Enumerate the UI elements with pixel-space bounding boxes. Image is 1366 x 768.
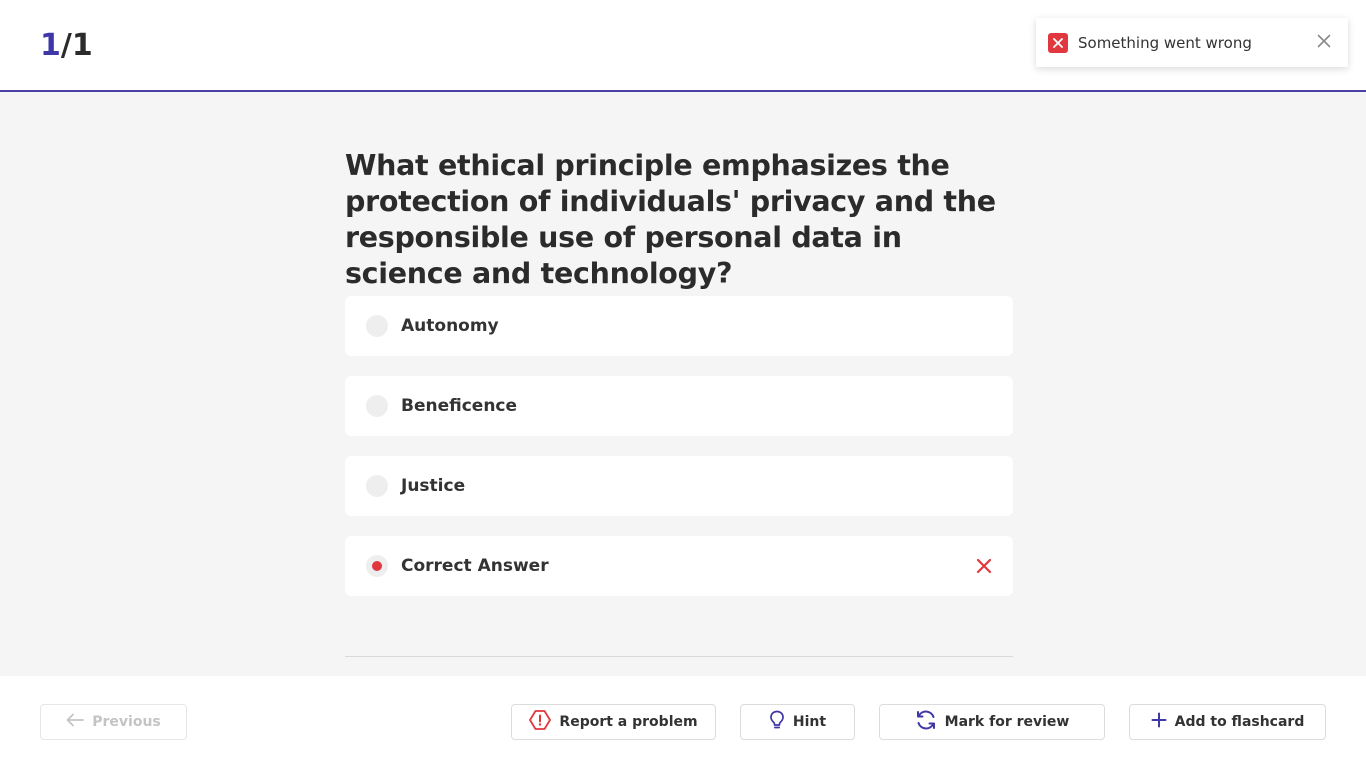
incorrect-x-icon (975, 557, 993, 575)
hint-label: Hint (792, 714, 827, 730)
option-label: Correct Answer (401, 556, 549, 576)
option-justice[interactable]: Justice (345, 456, 1013, 516)
mark-for-review-button[interactable]: Mark for review (879, 704, 1105, 740)
radio-button-selected[interactable] (366, 555, 388, 577)
flashcard-label: Add to flashcard (1174, 714, 1305, 730)
option-beneficence[interactable]: Beneficence (345, 376, 1013, 436)
option-autonomy[interactable]: Autonomy (345, 296, 1013, 356)
radio-button[interactable] (366, 315, 388, 337)
warning-octagon-icon (529, 710, 552, 734)
close-icon[interactable] (1314, 31, 1334, 51)
previous-label: Previous (92, 714, 161, 730)
divider (345, 656, 1013, 657)
refresh-icon (915, 709, 937, 735)
option-label: Justice (401, 476, 466, 496)
bottom-action-bar: Previous Report a problem Hint Mark for … (0, 676, 1366, 768)
question-text: What ethical principle emphasizes the pr… (345, 149, 996, 290)
mark-review-label: Mark for review (944, 714, 1070, 730)
question-counter: 1/1 (40, 28, 93, 63)
previous-button[interactable]: Previous (40, 704, 187, 740)
report-label: Report a problem (559, 714, 698, 730)
error-icon (1048, 33, 1068, 53)
report-problem-button[interactable]: Report a problem (511, 704, 716, 740)
option-correct-answer[interactable]: Correct Answer (345, 536, 1013, 596)
arrow-left-icon (66, 713, 85, 731)
current-question-number: 1 (40, 28, 61, 63)
option-label: Beneficence (401, 396, 518, 416)
add-to-flashcard-button[interactable]: Add to flashcard (1129, 704, 1326, 740)
total-questions: /1 (60, 28, 93, 63)
selected-dot (372, 561, 382, 571)
plus-icon (1151, 712, 1167, 732)
radio-button[interactable] (366, 395, 388, 417)
error-toast: Something went wrong (1036, 18, 1348, 67)
option-label: Autonomy (401, 316, 499, 336)
hint-button[interactable]: Hint (740, 704, 855, 740)
lightbulb-icon (769, 710, 785, 734)
radio-button[interactable] (366, 475, 388, 497)
toast-message: Something went wrong (1078, 34, 1252, 52)
